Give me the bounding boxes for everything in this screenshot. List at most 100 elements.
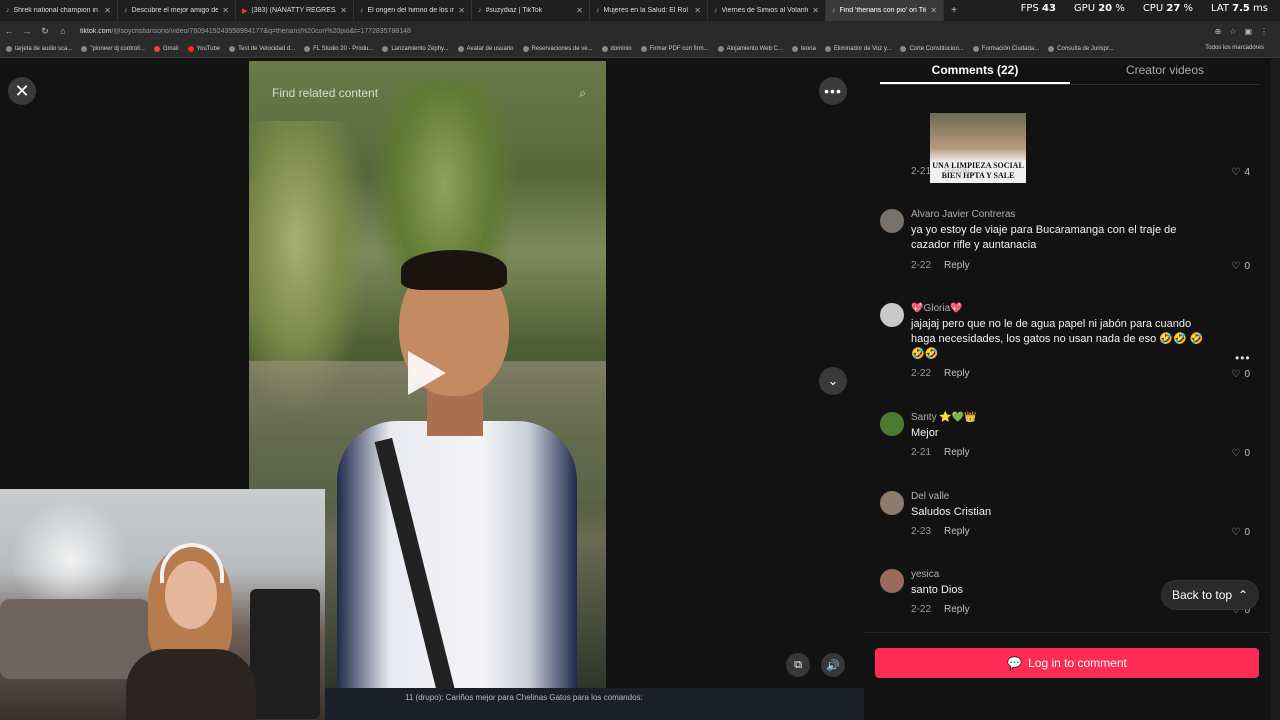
bookmark[interactable]: teoria	[791, 46, 816, 52]
close-icon[interactable]: ✕	[104, 6, 111, 15]
bookmark[interactable]: YouTube	[187, 46, 220, 52]
close-icon[interactable]: ✕	[458, 6, 465, 15]
like-button[interactable]: ♡ 0	[1231, 448, 1250, 459]
tiktok-icon: ♪	[360, 7, 364, 14]
reload-icon[interactable]: ↻	[36, 26, 54, 37]
back-arrow-icon[interactable]: ←	[0, 26, 18, 36]
bookmark-icon	[382, 46, 389, 52]
browser-tab[interactable]: ♪ Shrek national champion in 80 ✕	[0, 0, 118, 21]
bookmark[interactable]: Test de Velocidad d...	[229, 46, 295, 52]
bookmark-icon	[972, 46, 979, 52]
bookmark[interactable]: Eliminador de Voz y...	[824, 46, 891, 52]
volume-button[interactable]: 🔊	[821, 653, 845, 677]
comment-author[interactable]: Santy ⭐💚👑	[911, 412, 977, 423]
heart-icon: ♡	[1231, 369, 1241, 380]
like-button[interactable]: ♡ 0	[1231, 261, 1250, 272]
background-window-strip: 11 (drupo): Cariños mejor para Chelinas …	[325, 688, 864, 720]
avatar[interactable]	[880, 303, 904, 327]
bookmark[interactable]: Consulta de Jurispr...	[1048, 46, 1114, 52]
like-button[interactable]: ♡ 0	[1231, 369, 1250, 380]
bookmark[interactable]: Corte Constitucion...	[900, 46, 964, 52]
forward-arrow-icon[interactable]: →	[18, 26, 36, 36]
tab-comments[interactable]: Comments (22)	[880, 59, 1070, 84]
avatar[interactable]	[880, 209, 904, 233]
all-bookmarks-folder[interactable]: Todos los marcadores	[1205, 45, 1264, 51]
close-icon[interactable]: ✕	[812, 6, 819, 15]
browser-tab[interactable]: ♪ #suzydiaz | TikTok ✕	[472, 0, 590, 21]
bookmark-icon	[6, 46, 12, 52]
home-icon[interactable]: ⌂	[54, 26, 72, 36]
reply-button[interactable]: Reply	[944, 166, 970, 177]
star-icon[interactable]: ☆	[1229, 27, 1236, 36]
new-tab-button[interactable]: +	[944, 5, 964, 16]
gmail-icon	[153, 46, 160, 52]
close-icon[interactable]: ✕	[576, 6, 583, 15]
zoom-icon[interactable]: ⊕	[1215, 27, 1222, 36]
like-button[interactable]: ♡ 4	[1231, 167, 1250, 178]
close-icon[interactable]: ✕	[222, 6, 229, 15]
reply-button[interactable]: Reply	[944, 260, 970, 271]
comment-options-icon[interactable]: •••	[1235, 351, 1251, 365]
reply-button[interactable]: Reply	[944, 368, 970, 379]
pip-button[interactable]: ⧉	[786, 653, 810, 677]
login-to-comment-button[interactable]: 💬 Log in to comment	[875, 648, 1259, 678]
close-button[interactable]: ✕	[8, 77, 36, 105]
avatar[interactable]	[880, 569, 904, 593]
bookmark[interactable]: Formación Ciudada...	[972, 46, 1039, 52]
browser-tab[interactable]: ♪ El origen del himno de los inv ✕	[354, 0, 472, 21]
bookmark[interactable]: Lanzamiento Zephy...	[382, 46, 449, 52]
bookmark[interactable]: Gmail	[153, 46, 179, 52]
like-button[interactable]: ♡ 0	[1231, 527, 1250, 538]
bookmark[interactable]: Avatar de usuario	[457, 46, 514, 52]
browser-tab[interactable]: ♪ Descubre el mejor amigo de m ✕	[118, 0, 236, 21]
reply-button[interactable]: Reply	[944, 526, 970, 537]
close-icon[interactable]: ✕	[340, 6, 347, 15]
back-to-top-button[interactable]: Back to top ⌃	[1162, 581, 1259, 609]
heart-icon: ♡	[1231, 167, 1241, 178]
browser-tab[interactable]: ▶(383) (NANATTY REGRESA A JA✕	[236, 0, 354, 21]
play-icon[interactable]	[408, 351, 446, 395]
related-search-input[interactable]: Find related content ⌕	[262, 79, 596, 107]
heart-icon: ♡	[1231, 527, 1241, 538]
page-scrollbar[interactable]	[1270, 59, 1280, 720]
comment-item: UNA LIMPIEZA SOCIAL BIEN HPTA Y SALE 2-2…	[880, 86, 1254, 186]
url-input[interactable]: tiktok.com/@soycristiansorio/video/76094…	[80, 28, 1215, 35]
bookmark[interactable]: Alojamiento Web C...	[717, 46, 783, 52]
close-icon[interactable]: ✕	[694, 6, 701, 15]
next-video-button[interactable]: ⌄	[819, 367, 847, 395]
tab-creator-videos[interactable]: Creator videos	[1070, 59, 1260, 84]
bookmark[interactable]: "pioneer dj controll...	[81, 46, 145, 52]
comment-author[interactable]: 💖Gloria💖	[911, 303, 963, 314]
comment-author[interactable]: Alvaro Javier Contreras	[911, 209, 1015, 220]
bookmark-icon	[900, 46, 907, 52]
comment-text: ya yo estoy de viaje para Bucaramanga co…	[911, 224, 1177, 251]
bookmark-icon	[824, 46, 831, 52]
browser-tab[interactable]: ♪Mujeres en la Salud: El Rol de l✕	[590, 0, 708, 21]
close-icon[interactable]: ✕	[930, 6, 937, 15]
reply-button[interactable]: Reply	[944, 447, 970, 458]
extension-icon[interactable]: ▣	[1244, 27, 1252, 36]
browser-tab[interactable]: ♪Viernes de Simios al Volante cr✕	[708, 0, 826, 21]
tiktok-icon: ♪	[124, 7, 128, 14]
menu-icon[interactable]: ⋮	[1260, 27, 1268, 36]
bookmark[interactable]: tarjeta de audio sca...	[6, 46, 72, 52]
comment-author[interactable]: Del valle	[911, 491, 949, 502]
comment-author[interactable]: yesica	[911, 569, 939, 580]
avatar[interactable]	[880, 491, 904, 515]
bookmark[interactable]: Firmar PDF con firm...	[640, 46, 709, 52]
browser-tab-active[interactable]: ♪ Find 'therians con pio' on TikTo ✕	[826, 0, 944, 21]
search-icon[interactable]: ⌕	[579, 86, 586, 101]
comment-text: jajajaj pero que no le de agua papel ni …	[911, 318, 1204, 360]
chat-bubble-icon: 💬	[1007, 656, 1023, 670]
more-options-button[interactable]: •••	[819, 77, 847, 105]
reply-button[interactable]: Reply	[944, 604, 970, 615]
comment-date: 2-22	[911, 368, 932, 379]
comment-item: 💖Gloria💖 jajajaj pero que no le de agua …	[880, 303, 1254, 383]
bookmark[interactable]: dominio	[601, 46, 632, 52]
avatar[interactable]	[880, 412, 904, 436]
headset	[160, 543, 224, 583]
address-bar: ← → ↻ ⌂ tiktok.com/@soycristiansorio/vid…	[0, 21, 1280, 41]
bookmark[interactable]: Reservaciones de ve...	[522, 46, 593, 52]
bookmark[interactable]: FL Studio 20 - Produ...	[304, 46, 373, 52]
bookmark-icon	[522, 46, 529, 52]
